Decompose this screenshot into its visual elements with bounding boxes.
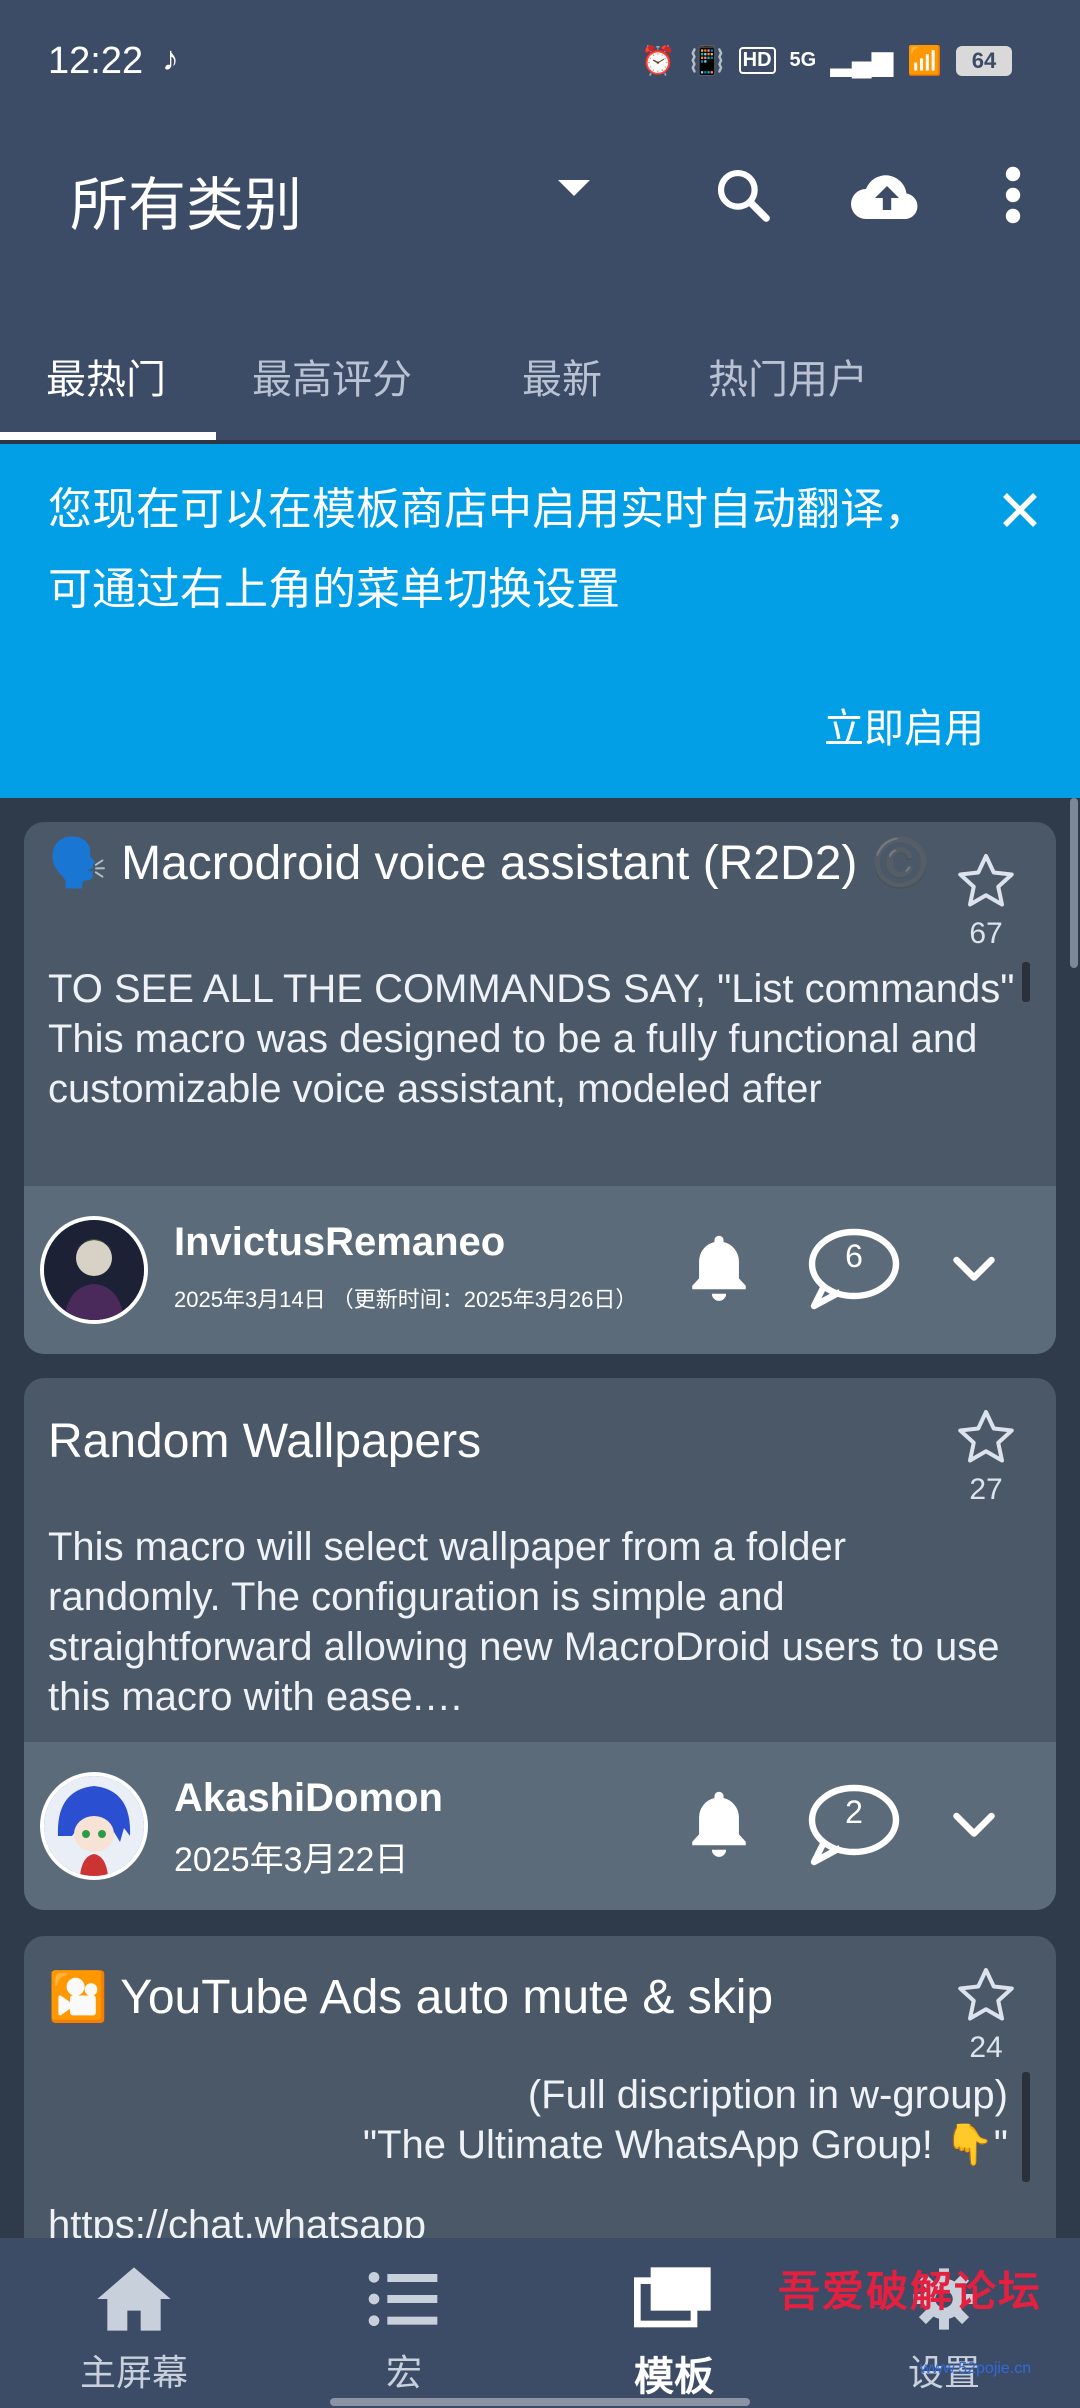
comment-count: 6 — [845, 1238, 863, 1274]
card-title[interactable]: 🗣️ Macrodroid voice assistant (R2D2) ©️ — [48, 836, 948, 892]
card-footer: AkashiDomon 2025年3月22日 2 — [24, 1742, 1056, 1910]
templates-icon — [634, 2264, 714, 2334]
wifi-icon: 📶 — [907, 45, 942, 76]
tiktok-icon: ♪ — [162, 40, 179, 78]
search-icon[interactable] — [698, 150, 788, 240]
dropdown-arrow-icon[interactable] — [558, 180, 590, 196]
more-vert-icon[interactable] — [968, 150, 1058, 240]
bell-icon[interactable] — [684, 1786, 764, 1866]
card-description: This macro will select wallpaper from a … — [48, 1525, 1000, 1719]
star-rating[interactable]: 24 — [946, 1966, 1026, 2065]
signal-icon: ▂▄▆ — [830, 45, 894, 76]
star-rating[interactable]: 67 — [946, 852, 1026, 951]
status-icons: ⏰ 📳 HD 5G ▂▄▆ 📶 64 — [641, 44, 1012, 77]
card-footer: InvictusRemaneo 2025年3月14日 （更新时间：2025年3月… — [24, 1186, 1056, 1354]
speaking-head-icon: 🗣️ — [48, 837, 108, 890]
translation-banner: 您现在可以在模板商店中启用实时自动翻译，可通过右上角的菜单切换设置 立即启用 — [0, 444, 1080, 798]
user-name[interactable]: AkashiDomon — [174, 1776, 443, 1821]
comments-button[interactable]: 2 — [804, 1780, 904, 1870]
template-list: 🗣️ Macrodroid voice assistant (R2D2) ©️ … — [0, 798, 1080, 2238]
chevron-down-icon[interactable] — [944, 1796, 1004, 1856]
star-count: 67 — [969, 917, 1003, 950]
template-card[interactable]: 🎦 YouTube Ads auto mute & skip 24 (Full … — [24, 1936, 1056, 2238]
app-bar: 所有类别 最热门 最高评分 最新 热门用户 — [0, 120, 1080, 440]
tab-newest[interactable]: 最新 — [522, 320, 602, 440]
nav-label: 主屏幕 — [79, 2352, 188, 2393]
card-title[interactable]: Random Wallpapers — [48, 1414, 948, 1470]
tab-bar: 最热门 最高评分 最新 热门用户 — [0, 320, 1080, 440]
vibrate-icon: 📳 — [689, 45, 725, 76]
tab-most-popular[interactable]: 最热门 — [46, 320, 166, 440]
tab-indicator — [0, 432, 216, 440]
tab-top-rated[interactable]: 最高评分 — [252, 320, 412, 440]
alarm-icon: ⏰ — [640, 45, 676, 76]
list-scrollbar[interactable] — [1070, 798, 1078, 968]
post-date: 2025年3月14日 （更新时间：2025年3月26日） — [174, 1287, 638, 1312]
nav-label: 宏 — [385, 2352, 422, 2393]
network-icon: 5G — [789, 49, 817, 71]
comment-count: 2 — [845, 1794, 863, 1830]
chevron-down-icon[interactable] — [944, 1240, 1004, 1300]
template-card[interactable]: Random Wallpapers 27 This macro will sel… — [24, 1378, 1056, 1910]
comments-button[interactable]: 6 — [804, 1224, 904, 1314]
card-description: (Full discription in w-group) "The Ultim… — [48, 2073, 1008, 2238]
category-selector[interactable]: 所有类别 — [70, 158, 302, 242]
battery-icon: 64 — [956, 45, 1012, 76]
status-time: 12:22 — [48, 40, 144, 82]
close-icon[interactable] — [990, 480, 1050, 540]
tab-top-users[interactable]: 热门用户 — [708, 320, 868, 440]
post-date: 2025年3月22日 — [174, 1841, 409, 1879]
avatar[interactable] — [40, 1772, 148, 1880]
cloud-upload-icon[interactable] — [842, 150, 932, 240]
user-name[interactable]: InvictusRemaneo — [174, 1220, 505, 1265]
avatar[interactable] — [40, 1216, 148, 1324]
nav-home[interactable]: 主屏幕 — [34, 2238, 234, 2408]
bell-icon[interactable] — [684, 1230, 764, 1310]
enable-now-button[interactable]: 立即启用 — [824, 696, 984, 754]
list-icon — [364, 2264, 444, 2334]
movie-camera-icon: 🎦 — [48, 1971, 108, 2024]
home-indicator[interactable] — [330, 2398, 750, 2406]
nav-label: 模板 — [634, 2355, 714, 2399]
status-bar: 12:22 ♪ ⏰ 📳 HD 5G ▂▄▆ 📶 64 — [0, 0, 1080, 120]
nav-macros[interactable]: 宏 — [304, 2238, 504, 2408]
home-icon — [94, 2264, 174, 2334]
template-card[interactable]: 🗣️ Macrodroid voice assistant (R2D2) ©️ … — [24, 822, 1056, 1354]
watermark-logo: 吾爱破解论坛 — [778, 2268, 1043, 2315]
watermark-url: www.52pojie.cn — [920, 2360, 1032, 2377]
nav-templates[interactable]: 模板 — [574, 2238, 774, 2408]
card-description: TO SEE ALL THE COMMANDS SAY, "List comma… — [48, 967, 1015, 1111]
banner-message: 您现在可以在模板商店中启用实时自动翻译，可通过右上角的菜单切换设置 — [48, 485, 928, 614]
star-rating[interactable]: 27 — [946, 1408, 1026, 1507]
star-count: 24 — [969, 2031, 1003, 2064]
hd-icon: HD — [738, 47, 776, 74]
card-title[interactable]: 🎦 YouTube Ads auto mute & skip — [48, 1970, 948, 2026]
star-count: 27 — [969, 1473, 1003, 1506]
copyright-icon: ©️ — [870, 837, 931, 890]
